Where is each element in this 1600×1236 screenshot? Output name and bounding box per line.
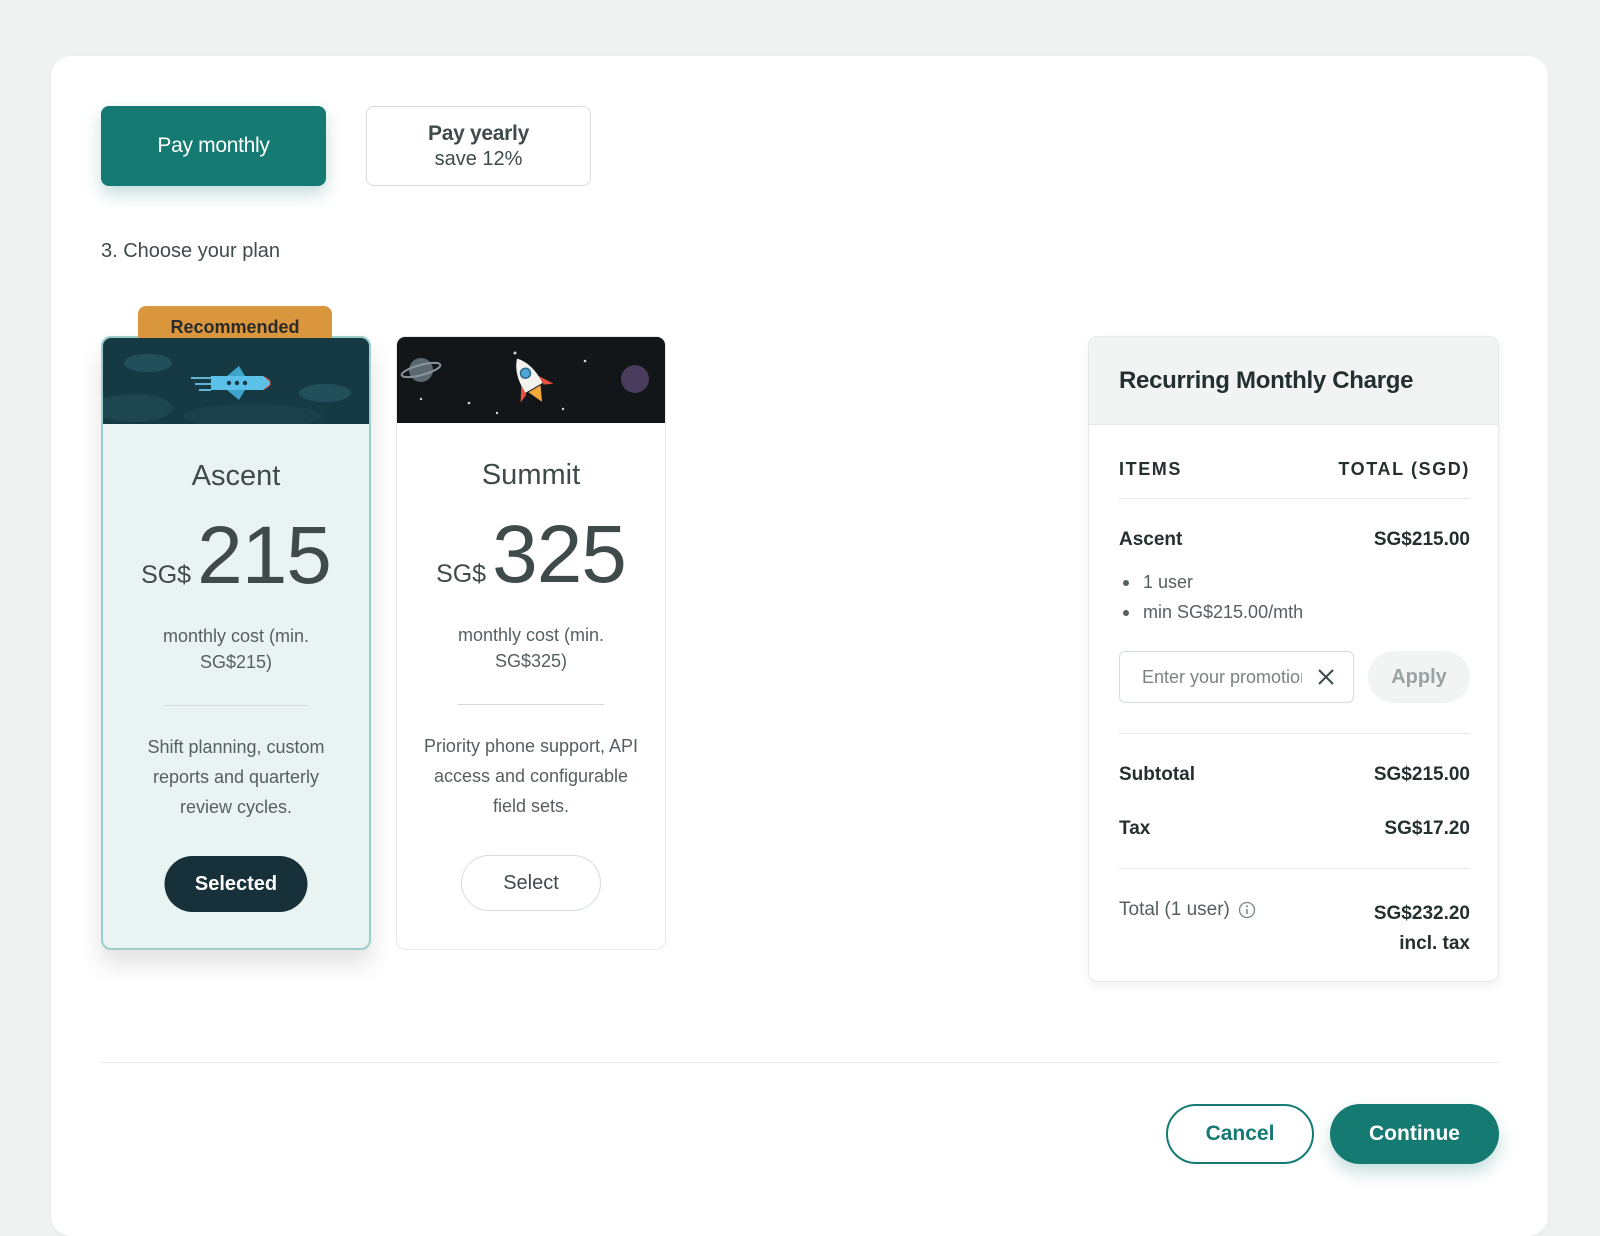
line-item-name: Ascent xyxy=(1119,529,1183,550)
price-amount: 325 xyxy=(492,509,627,600)
pay-yearly-savings: save 12% xyxy=(434,147,523,170)
summary-title: Recurring Monthly Charge xyxy=(1089,337,1498,425)
subtotal-label: Subtotal xyxy=(1119,764,1195,785)
tax-value: SG$17.20 xyxy=(1384,818,1470,839)
plan-features: Shift planning, custom reports and quart… xyxy=(147,737,325,817)
price-currency: SG$ xyxy=(141,561,192,589)
step-title: 3. Choose your plan xyxy=(101,240,281,262)
total-column-header: TOTAL (SGD) xyxy=(1338,459,1470,479)
divider xyxy=(1119,868,1470,869)
select-button[interactable]: Select xyxy=(461,855,601,911)
summary-header-row: ITEMS TOTAL (SGD) xyxy=(1119,459,1470,480)
close-icon[interactable] xyxy=(1317,668,1335,686)
plan-cost-description: monthly cost (min. SG$215) xyxy=(162,626,310,672)
recommended-badge: Recommended xyxy=(138,306,332,340)
pay-yearly-button[interactable]: Pay yearly save 12% xyxy=(366,106,591,186)
card-divider xyxy=(458,704,604,705)
pay-monthly-button[interactable]: Pay monthly xyxy=(101,106,326,186)
plan-cost-description: monthly cost (min. SG$325) xyxy=(457,625,605,671)
promo-row: Apply xyxy=(1119,651,1470,703)
summary-body: ITEMS TOTAL (SGD) Ascent SG$215.00 1 use… xyxy=(1119,425,1470,959)
promo-code-input[interactable] xyxy=(1142,666,1302,688)
apply-button[interactable]: Apply xyxy=(1368,651,1470,703)
tax-label: Tax xyxy=(1119,818,1151,839)
line-item-details: 1 user min SG$215.00/mth xyxy=(1119,567,1470,627)
rocket-icon xyxy=(397,337,665,423)
pay-yearly-label: Pay yearly xyxy=(428,121,529,145)
total-label-group: Total (1 user) xyxy=(1119,899,1256,921)
pay-monthly-label: Pay monthly xyxy=(157,134,270,157)
tax-row: Tax SG$17.20 xyxy=(1119,818,1470,840)
line-item-detail: min SG$215.00/mth xyxy=(1119,597,1470,627)
cancel-button[interactable]: Cancel xyxy=(1166,1104,1314,1164)
plan-name: Summit xyxy=(481,459,581,491)
plane-icon xyxy=(103,338,369,424)
total-row: Total (1 user) SG$232.20 incl. tax xyxy=(1119,899,1470,959)
subtotal-value: SG$215.00 xyxy=(1373,764,1470,785)
price-currency: SG$ xyxy=(436,560,487,588)
plan-price: SG$ 215 xyxy=(103,515,369,597)
plan-name: Ascent xyxy=(191,460,281,492)
plan-card-body: Summit SG$ 325 monthly cost (min. SG$325… xyxy=(397,423,665,821)
promo-field[interactable] xyxy=(1119,651,1354,703)
line-item-price: SG$215.00 xyxy=(1373,529,1470,550)
items-column-header: ITEMS xyxy=(1119,459,1183,479)
plan-card-summit[interactable]: Summit SG$ 325 monthly cost (min. SG$325… xyxy=(396,336,666,950)
plan-card-body: Ascent SG$ 215 monthly cost (min. SG$215… xyxy=(103,424,369,822)
selected-button[interactable]: Selected xyxy=(164,856,308,912)
footer-divider xyxy=(101,1062,1499,1063)
info-icon[interactable] xyxy=(1238,901,1256,919)
total-value-group: SG$232.20 incl. tax xyxy=(1374,899,1470,959)
total-value: SG$232.20 xyxy=(1373,903,1470,924)
plan-price: SG$ 325 xyxy=(397,514,665,596)
subtotal-row: Subtotal SG$215.00 xyxy=(1119,764,1470,786)
plan-features: Priority phone support, API access and c… xyxy=(423,736,639,816)
line-item: Ascent SG$215.00 xyxy=(1119,529,1470,551)
card-divider xyxy=(163,705,309,706)
charge-summary: Recurring Monthly Charge ITEMS TOTAL (SG… xyxy=(1088,336,1499,982)
divider xyxy=(1119,498,1470,499)
plan-card-ascent[interactable]: Recommended Ascent SG$ 215 monthly cost … xyxy=(101,306,371,950)
billing-toggle: Pay monthly Pay yearly save 12% xyxy=(101,106,591,186)
line-item-detail: 1 user xyxy=(1119,567,1470,597)
divider xyxy=(1119,733,1470,734)
price-amount: 215 xyxy=(197,510,332,601)
total-label: Total (1 user) xyxy=(1119,899,1230,920)
continue-button[interactable]: Continue xyxy=(1330,1104,1499,1164)
total-note: incl. tax xyxy=(1399,933,1470,954)
